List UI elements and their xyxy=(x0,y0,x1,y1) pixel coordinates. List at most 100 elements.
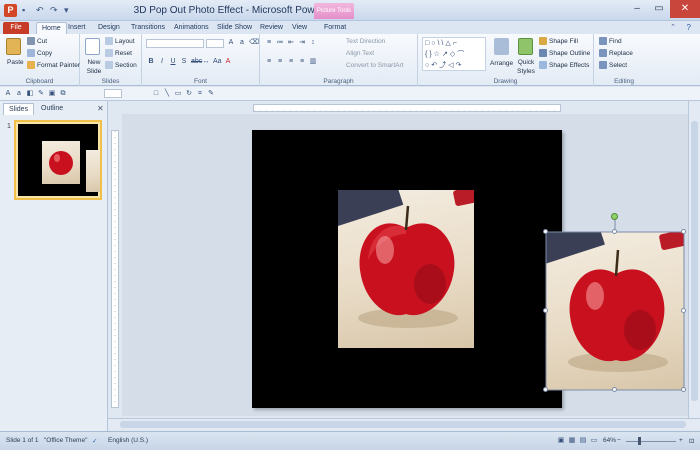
minimize-ribbon-icon[interactable]: ⌃ xyxy=(670,23,676,31)
undo-icon[interactable]: ↶ xyxy=(36,5,46,15)
layout-button[interactable]: Layout xyxy=(105,37,135,46)
tab-review[interactable]: Review xyxy=(260,22,283,34)
shapes-gallery[interactable]: □○\\△⌐ {}☆↗◇⌒ ○↶⤴◁↷ xyxy=(422,37,486,71)
align-left-icon[interactable]: ≡ xyxy=(265,58,273,66)
clear-formatting-icon[interactable]: ⌫ xyxy=(249,39,259,47)
paste-icon[interactable] xyxy=(6,38,21,55)
close-panel-icon[interactable]: ✕ xyxy=(97,104,104,113)
apple-picture[interactable] xyxy=(338,190,474,348)
increase-indent-icon[interactable]: ⇥ xyxy=(298,39,306,47)
customize-qat-icon[interactable]: ▾ xyxy=(64,5,74,15)
underline-icon[interactable]: U xyxy=(169,58,177,66)
text-tool-icon[interactable]: A xyxy=(4,90,12,98)
vertical-scroll-thumb[interactable] xyxy=(691,121,698,401)
slide[interactable] xyxy=(252,130,562,408)
arrange-icon[interactable] xyxy=(494,38,509,55)
picture-tool-icon[interactable]: ▣ xyxy=(48,90,56,98)
resize-handle-n[interactable] xyxy=(612,229,617,234)
shape-fill-button[interactable]: Shape Fill xyxy=(539,37,578,46)
resize-handle-e[interactable] xyxy=(681,308,686,313)
tab-file[interactable]: File xyxy=(3,22,29,34)
shadow-icon[interactable]: S xyxy=(180,58,188,66)
language[interactable]: English (U.S.) xyxy=(108,437,148,444)
rotate-icon[interactable]: ↻ xyxy=(185,90,193,98)
resize-handle-sw[interactable] xyxy=(543,387,548,392)
reading-view-icon[interactable]: ▤ xyxy=(579,437,587,445)
justify-icon[interactable]: ≡ xyxy=(298,58,306,66)
tab-animations[interactable]: Animations xyxy=(174,22,209,34)
section-button[interactable]: Section xyxy=(105,61,137,70)
cut-button[interactable]: Cut xyxy=(27,37,47,46)
zoom-level[interactable]: 64% xyxy=(603,437,616,444)
help-icon[interactable]: ? xyxy=(687,23,691,32)
text-direction-button[interactable]: Text Direction xyxy=(346,37,385,46)
toolbar-field[interactable] xyxy=(104,89,122,98)
resize-handle-ne[interactable] xyxy=(681,229,686,234)
rectangle-icon[interactable]: □ xyxy=(152,90,160,98)
bullets-icon[interactable]: ≡ xyxy=(265,39,273,47)
tab-transitions[interactable]: Transitions xyxy=(131,22,165,34)
select-button[interactable]: Select xyxy=(599,61,627,70)
save-icon[interactable]: ▪ xyxy=(22,5,32,15)
paste-button[interactable]: Paste xyxy=(7,58,24,67)
tab-slide-show[interactable]: Slide Show xyxy=(217,22,252,34)
convert-smartart-button[interactable]: Convert to SmartArt xyxy=(346,61,403,70)
spell-check-icon[interactable]: ✓ xyxy=(92,437,97,445)
char-spacing-icon[interactable]: ↔ xyxy=(202,58,210,66)
italic-icon[interactable]: I xyxy=(158,58,166,66)
resize-handle-w[interactable] xyxy=(543,308,548,313)
new-slide-icon[interactable] xyxy=(85,38,100,55)
zoom-out-icon[interactable]: − xyxy=(617,437,621,444)
change-case-icon[interactable]: Aa xyxy=(213,58,222,66)
grow-font-icon[interactable]: A xyxy=(227,39,235,47)
zoom-slider-thumb[interactable] xyxy=(638,437,641,445)
resize-handle-nw[interactable] xyxy=(543,229,548,234)
resize-handle-s[interactable] xyxy=(612,387,617,392)
find-button[interactable]: Find xyxy=(599,37,622,46)
edit-icon[interactable]: ✎ xyxy=(207,90,215,98)
line-spacing-icon[interactable]: ↕ xyxy=(309,39,317,47)
slideshow-view-icon[interactable]: ▭ xyxy=(590,437,598,445)
tab-design[interactable]: Design xyxy=(98,22,120,34)
close-icon[interactable]: ✕ xyxy=(670,0,700,18)
shape-outline-button[interactable]: Shape Outline xyxy=(539,49,590,58)
crop-icon[interactable]: ⌗ xyxy=(196,90,204,98)
redo-icon[interactable]: ↷ xyxy=(50,5,60,15)
columns-icon[interactable]: ▥ xyxy=(309,58,317,66)
font-color-tool-icon[interactable]: a xyxy=(15,90,23,98)
decrease-indent-icon[interactable]: ⇤ xyxy=(287,39,295,47)
line-icon[interactable]: ╲ xyxy=(163,90,171,98)
font-size-dropdown[interactable] xyxy=(206,39,224,48)
bold-icon[interactable]: B xyxy=(147,58,155,66)
group-tool-icon[interactable]: ⧉ xyxy=(59,90,67,98)
numbering-icon[interactable]: ≔ xyxy=(276,39,284,47)
tab-outline[interactable]: Outline xyxy=(36,103,68,115)
line-color-icon[interactable]: ✎ xyxy=(37,90,45,98)
tab-insert[interactable]: Insert xyxy=(68,22,86,34)
maximize-icon[interactable]: ▭ xyxy=(648,0,670,18)
tab-slides[interactable]: Slides xyxy=(3,103,35,115)
arrange-button[interactable]: Arrange xyxy=(490,59,513,68)
zoom-in-icon[interactable]: + xyxy=(679,437,683,444)
powerpoint-logo-icon[interactable]: P xyxy=(4,4,17,17)
fill-color-icon[interactable]: ◧ xyxy=(26,90,34,98)
font-name-dropdown[interactable] xyxy=(146,39,204,48)
quick-styles-button[interactable]: Quick Styles xyxy=(516,58,536,76)
shape-effects-button[interactable]: Shape Effects xyxy=(539,61,589,70)
new-slide-button[interactable]: New Slide xyxy=(82,58,106,76)
horizontal-scroll-thumb[interactable] xyxy=(120,421,686,428)
tab-format[interactable]: Format xyxy=(324,22,346,34)
textbox-icon[interactable]: ▭ xyxy=(174,90,182,98)
normal-view-icon[interactable]: ▣ xyxy=(557,437,565,445)
replace-button[interactable]: Replace xyxy=(599,49,633,58)
quick-styles-icon[interactable] xyxy=(518,38,533,55)
copy-button[interactable]: Copy xyxy=(27,49,52,58)
slide-thumbnail[interactable] xyxy=(14,120,102,200)
align-right-icon[interactable]: ≡ xyxy=(287,58,295,66)
shrink-font-icon[interactable]: a xyxy=(238,39,246,47)
fit-to-window-icon[interactable]: ⊡ xyxy=(689,437,694,445)
rotation-handle[interactable] xyxy=(611,213,618,220)
horizontal-scrollbar[interactable] xyxy=(108,418,700,430)
tab-view[interactable]: View xyxy=(292,22,307,34)
slide-sorter-icon[interactable]: ▦ xyxy=(568,437,576,445)
